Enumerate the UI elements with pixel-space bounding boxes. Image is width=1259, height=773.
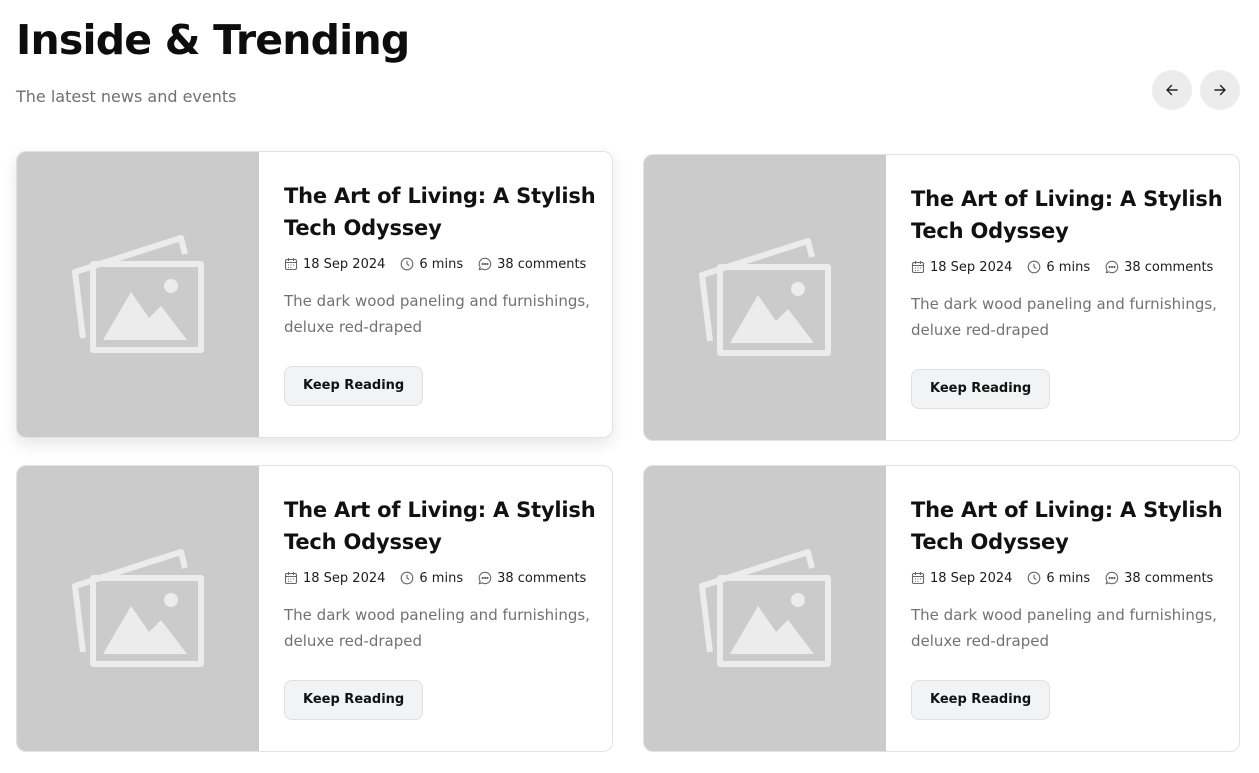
keep-reading-button[interactable]: Keep Reading — [911, 369, 1051, 409]
article-card[interactable]: The Art of Living: A Stylish Tech Odysse… — [643, 154, 1240, 441]
meta-comments: 38 comments — [1105, 571, 1213, 586]
card-title[interactable]: The Art of Living: A Stylish Tech Odysse… — [911, 183, 1223, 247]
arrow-right-icon — [1214, 84, 1226, 96]
calendar-icon — [284, 257, 298, 271]
card-date: 18 Sep 2024 — [303, 256, 386, 272]
card-comments: 38 comments — [1124, 259, 1214, 275]
keep-reading-button[interactable]: Keep Reading — [911, 680, 1051, 720]
card-date: 18 Sep 2024 — [303, 570, 386, 586]
card-date: 18 Sep 2024 — [930, 570, 1013, 586]
calendar-icon — [284, 571, 298, 585]
card-title[interactable]: The Art of Living: A Stylish Tech Odysse… — [284, 180, 596, 244]
card-excerpt: The dark wood paneling and furnishings, … — [284, 606, 590, 650]
card-meta: 18 Sep 2024 6 mins 38 comments — [284, 254, 596, 274]
calendar-icon — [911, 260, 925, 274]
clock-icon — [1027, 260, 1041, 274]
carousel-next-button[interactable] — [1200, 70, 1240, 110]
card-read-time: 6 mins — [1046, 259, 1091, 275]
clock-icon — [1027, 571, 1041, 585]
card-excerpt: The dark wood paneling and furnishings, … — [911, 606, 1217, 650]
comment-icon — [478, 257, 492, 271]
page-subtitle: The latest news and events — [16, 87, 237, 106]
meta-date: 18 Sep 2024 — [284, 257, 385, 272]
meta-comments: 38 comments — [478, 571, 586, 586]
card-date: 18 Sep 2024 — [930, 259, 1013, 275]
image-placeholder-icon[interactable] — [644, 466, 886, 751]
meta-comments: 38 comments — [1105, 260, 1213, 275]
card-title[interactable]: The Art of Living: A Stylish Tech Odysse… — [911, 494, 1223, 558]
image-placeholder-icon[interactable] — [17, 152, 259, 437]
card-comments: 38 comments — [1124, 570, 1214, 586]
card-meta: 18 Sep 2024 6 mins 38 comments — [284, 568, 596, 588]
card-excerpt: The dark wood paneling and furnishings, … — [284, 292, 590, 336]
article-card[interactable]: The Art of Living: A Stylish Tech Odysse… — [16, 151, 613, 438]
comment-icon — [478, 571, 492, 585]
keep-reading-button[interactable]: Keep Reading — [284, 366, 424, 406]
arrow-left-icon — [1166, 84, 1178, 96]
article-card[interactable]: The Art of Living: A Stylish Tech Odysse… — [643, 465, 1240, 752]
meta-date: 18 Sep 2024 — [284, 571, 385, 586]
page-title: Inside & Trending — [16, 16, 410, 64]
card-read-time: 6 mins — [419, 570, 464, 586]
card-read-time: 6 mins — [1046, 570, 1091, 586]
card-comments: 38 comments — [497, 570, 587, 586]
meta-date: 18 Sep 2024 — [911, 260, 1012, 275]
meta-date: 18 Sep 2024 — [911, 571, 1012, 586]
image-placeholder-icon[interactable] — [644, 155, 886, 440]
card-read-time: 6 mins — [419, 256, 464, 272]
meta-read-time: 6 mins — [400, 571, 463, 586]
comment-icon — [1105, 260, 1119, 274]
card-title[interactable]: The Art of Living: A Stylish Tech Odysse… — [284, 494, 596, 558]
meta-comments: 38 comments — [478, 257, 586, 272]
calendar-icon — [911, 571, 925, 585]
clock-icon — [400, 257, 414, 271]
meta-read-time: 6 mins — [1027, 260, 1090, 275]
card-meta: 18 Sep 2024 6 mins 38 comments — [911, 568, 1223, 588]
comment-icon — [1105, 571, 1119, 585]
carousel-prev-button[interactable] — [1152, 70, 1192, 110]
card-excerpt: The dark wood paneling and furnishings, … — [911, 295, 1217, 339]
clock-icon — [400, 571, 414, 585]
card-meta: 18 Sep 2024 6 mins 38 comments — [911, 257, 1223, 277]
article-card[interactable]: The Art of Living: A Stylish Tech Odysse… — [16, 465, 613, 752]
meta-read-time: 6 mins — [1027, 571, 1090, 586]
meta-read-time: 6 mins — [400, 257, 463, 272]
image-placeholder-icon[interactable] — [17, 466, 259, 751]
keep-reading-button[interactable]: Keep Reading — [284, 680, 424, 720]
card-comments: 38 comments — [497, 256, 587, 272]
